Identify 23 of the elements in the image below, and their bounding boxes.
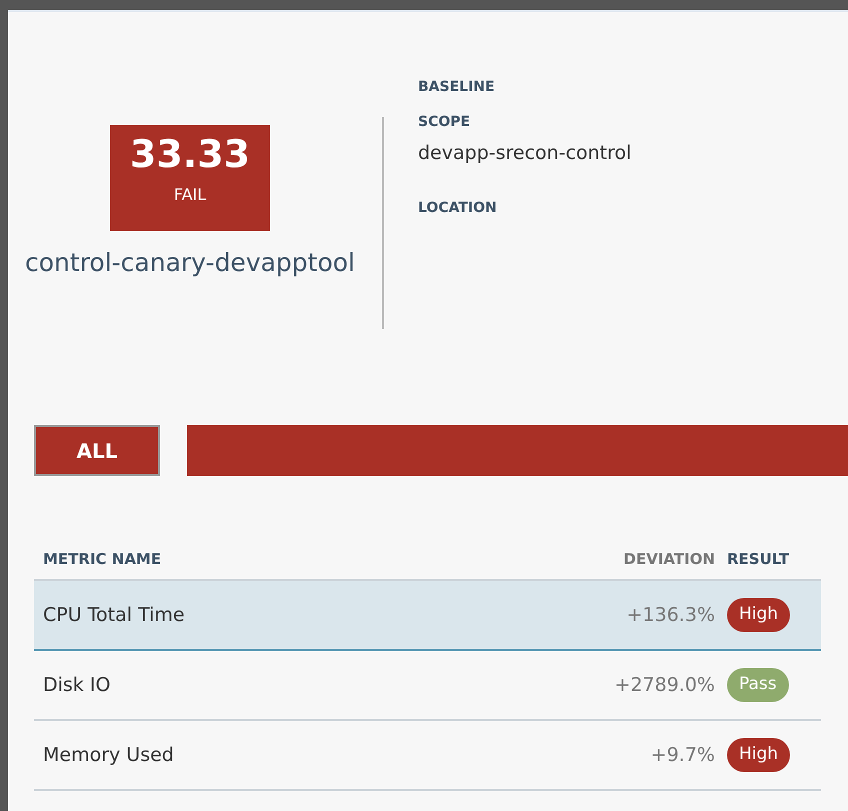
field-value: devapp-srecon-control <box>418 141 632 166</box>
result-pill: High <box>727 738 790 772</box>
result-pill: Pass <box>727 668 789 702</box>
column-header: RESULT <box>726 549 790 570</box>
table-row[interactable]: CPU Total Time +136.3% High <box>34 581 821 651</box>
field-label: SCOPE <box>418 113 472 132</box>
tab[interactable]: ALL <box>34 425 160 476</box>
table-row[interactable]: Memory Used +9.7% High <box>34 721 821 791</box>
table-row[interactable]: Disk IO +2789.0% Pass <box>34 651 821 721</box>
table-cell-text: +9.7% <box>650 742 715 768</box>
table-cell-text: +2789.0% <box>614 672 715 698</box>
table-cell-text: Disk IO <box>42 672 112 698</box>
table-cell-text: Memory Used <box>42 742 175 768</box>
field-label: BASELINE <box>418 78 496 97</box>
table-cell-text: CPU Total Time <box>42 602 186 628</box>
column-header: DEVIATION <box>622 549 715 570</box>
verdict-label: FAIL <box>172 184 208 206</box>
column-header: METRIC NAME <box>42 549 162 570</box>
score-value: 33.33 <box>128 133 252 177</box>
table-cell-text: +136.3% <box>626 602 715 628</box>
result-pill: High <box>727 598 790 632</box>
project-name: control-canary-devapptool <box>25 247 355 279</box>
field-label: LOCATION <box>418 198 498 218</box>
